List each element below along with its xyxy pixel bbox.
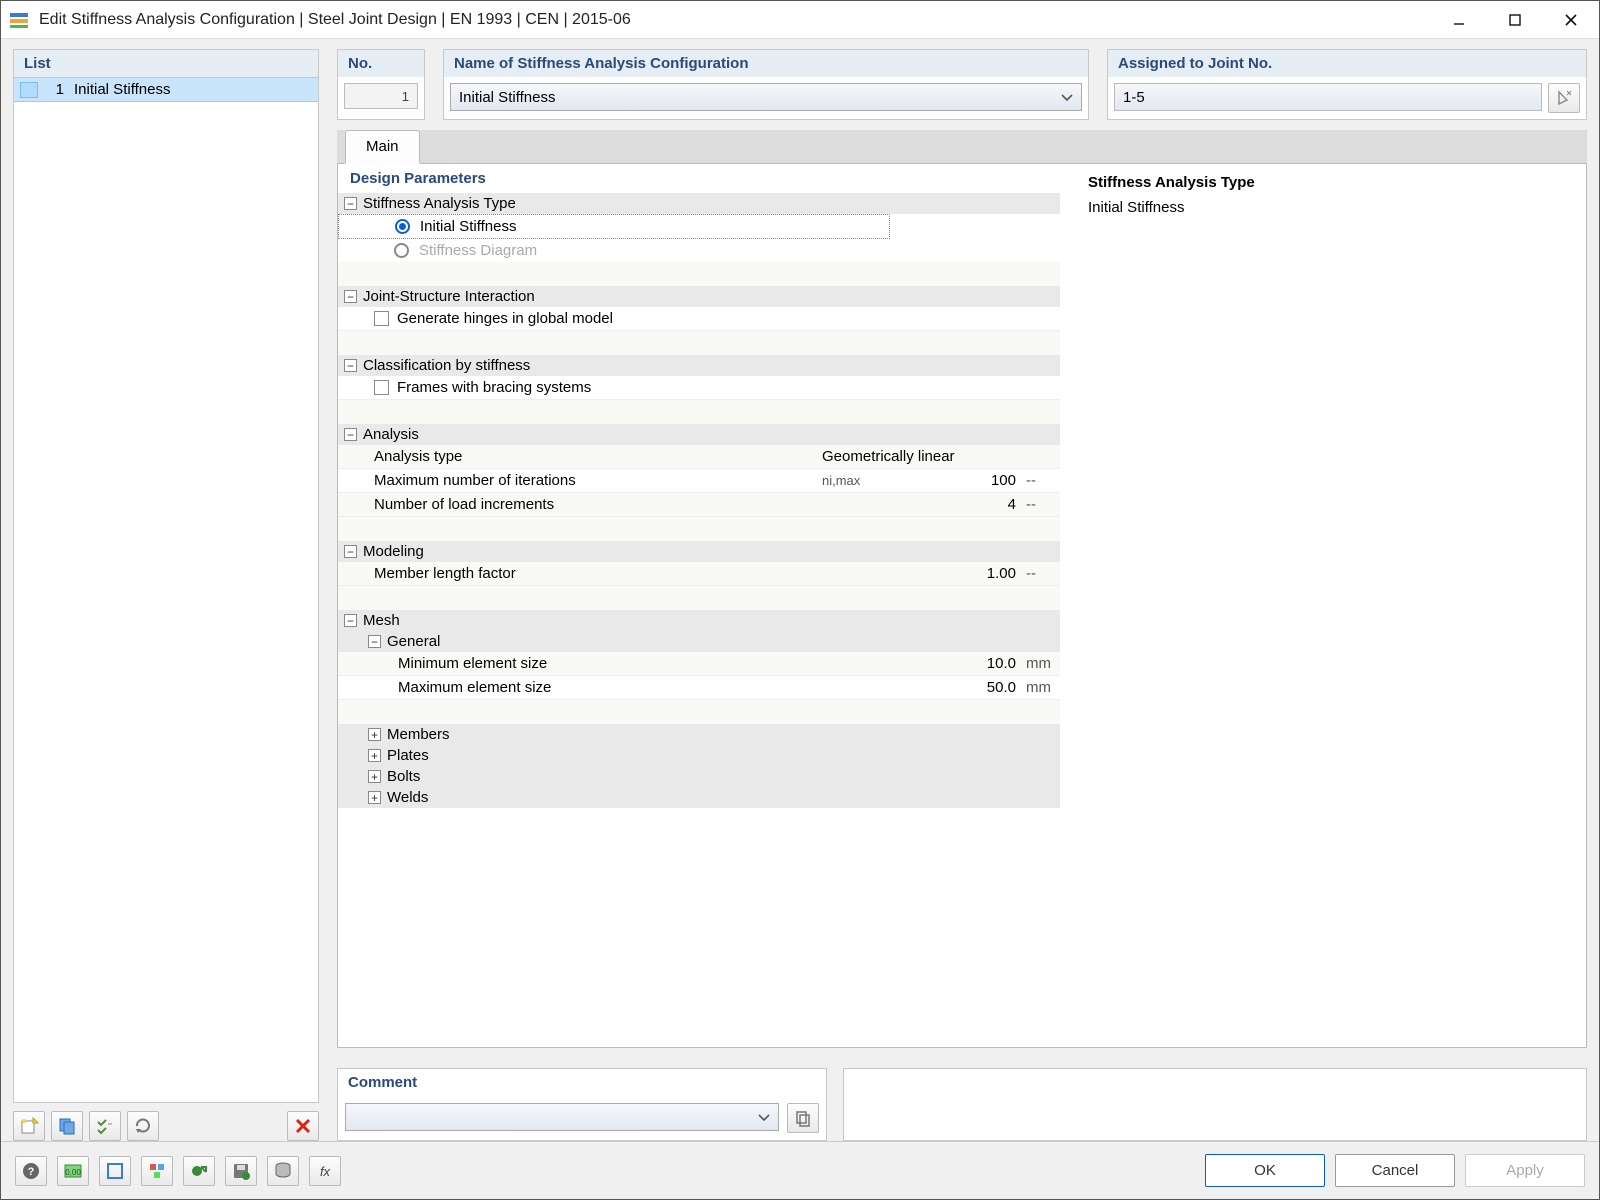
units-button[interactable]: 0,00 bbox=[57, 1156, 89, 1186]
window-title: Edit Stiffness Analysis Configuration | … bbox=[39, 11, 1431, 29]
collapse-icon[interactable]: − bbox=[368, 635, 381, 648]
no-label: No. bbox=[338, 50, 424, 77]
checkbox-frames-bracing[interactable] bbox=[374, 380, 389, 395]
assigned-value: 1-5 bbox=[1123, 89, 1145, 106]
comment-copy-button[interactable] bbox=[787, 1103, 819, 1133]
help-button[interactable]: ? bbox=[15, 1156, 47, 1186]
collapse-icon[interactable]: − bbox=[344, 614, 357, 627]
collapse-icon[interactable]: − bbox=[344, 290, 357, 303]
app-icon bbox=[9, 10, 29, 30]
collapse-icon[interactable]: − bbox=[344, 359, 357, 372]
list-header: List bbox=[14, 50, 318, 78]
expand-icon[interactable]: + bbox=[368, 791, 381, 804]
list-item-name: Initial Stiffness bbox=[74, 81, 170, 98]
name-label: Name of Stiffness Analysis Configuration bbox=[444, 50, 1088, 77]
close-button[interactable] bbox=[1543, 1, 1599, 39]
collapse-icon[interactable]: − bbox=[344, 545, 357, 558]
radio-icon bbox=[394, 243, 409, 258]
new-item-button[interactable] bbox=[13, 1111, 45, 1141]
radio-icon bbox=[395, 219, 410, 234]
select-joints-button[interactable] bbox=[1548, 83, 1580, 113]
config-list: List 1 Initial Stiffness bbox=[13, 49, 319, 1103]
info-title: Stiffness Analysis Type bbox=[1088, 174, 1574, 191]
section-mesh-general[interactable]: − General bbox=[338, 631, 1060, 652]
cancel-button[interactable]: Cancel bbox=[1335, 1154, 1455, 1187]
name-combo[interactable]: Initial Stiffness bbox=[450, 83, 1082, 111]
section-modeling[interactable]: − Modeling bbox=[338, 541, 1060, 562]
prop-analysis-type[interactable]: Analysis type Geometrically linear bbox=[338, 445, 1060, 469]
svg-text:fx: fx bbox=[320, 1164, 331, 1179]
chevron-down-icon bbox=[1059, 90, 1075, 106]
apply-button: Apply bbox=[1465, 1154, 1585, 1187]
expand-icon[interactable]: + bbox=[368, 728, 381, 741]
section-mesh-bolts[interactable]: + Bolts bbox=[338, 766, 1060, 787]
expand-icon[interactable]: + bbox=[368, 749, 381, 762]
collapse-icon[interactable]: − bbox=[344, 428, 357, 441]
checkbox-generate-hinges[interactable] bbox=[374, 311, 389, 326]
svg-text:?: ? bbox=[28, 1166, 35, 1178]
radio-initial-stiffness[interactable]: Initial Stiffness bbox=[338, 214, 890, 239]
name-value: Initial Stiffness bbox=[459, 89, 555, 106]
minimize-button[interactable] bbox=[1431, 1, 1487, 39]
export-button[interactable] bbox=[183, 1156, 215, 1186]
section-mesh-welds[interactable]: + Welds bbox=[338, 787, 1060, 808]
duplicate-item-button[interactable] bbox=[51, 1111, 83, 1141]
prop-load-increments[interactable]: Number of load increments 4 -- bbox=[338, 493, 1060, 517]
delete-item-button[interactable] bbox=[287, 1111, 319, 1141]
no-input[interactable] bbox=[344, 83, 418, 109]
prop-min-element-size[interactable]: Minimum element size 10.0 mm bbox=[338, 652, 1060, 676]
radio-stiffness-diagram: Stiffness Diagram bbox=[338, 239, 1060, 262]
design-parameters-title: Design Parameters bbox=[338, 164, 1060, 193]
collapse-icon[interactable]: − bbox=[344, 197, 357, 210]
section-classification[interactable]: − Classification by stiffness bbox=[338, 355, 1060, 376]
section-mesh-plates[interactable]: + Plates bbox=[338, 745, 1060, 766]
ok-button[interactable]: OK bbox=[1205, 1154, 1325, 1187]
section-mesh[interactable]: − Mesh bbox=[338, 610, 1060, 631]
prop-member-length-factor[interactable]: Member length factor 1.00 -- bbox=[338, 562, 1060, 586]
list-item-no: 1 bbox=[48, 81, 64, 98]
chevron-down-icon bbox=[756, 1110, 772, 1126]
comment-combo[interactable] bbox=[345, 1103, 779, 1131]
tab-main[interactable]: Main bbox=[345, 130, 420, 164]
section-mesh-members[interactable]: + Members bbox=[338, 724, 1060, 745]
expand-icon[interactable]: + bbox=[368, 770, 381, 783]
color-swatch-icon bbox=[20, 82, 38, 98]
section-stiffness-type[interactable]: − Stiffness Analysis Type bbox=[338, 193, 1060, 214]
title-bar: Edit Stiffness Analysis Configuration | … bbox=[1, 1, 1599, 39]
formula-button[interactable]: fx bbox=[309, 1156, 341, 1186]
box-view-button[interactable] bbox=[99, 1156, 131, 1186]
section-joint-structure[interactable]: − Joint-Structure Interaction bbox=[338, 286, 1060, 307]
prop-max-iterations[interactable]: Maximum number of iterations ni,max 100 … bbox=[338, 469, 1060, 493]
svg-text:0,00: 0,00 bbox=[65, 1168, 81, 1177]
list-item[interactable]: 1 Initial Stiffness bbox=[14, 78, 318, 102]
refresh-button[interactable] bbox=[127, 1111, 159, 1141]
assigned-label: Assigned to Joint No. bbox=[1108, 50, 1586, 77]
assigned-input[interactable]: 1-5 bbox=[1114, 83, 1542, 111]
info-text: Initial Stiffness bbox=[1088, 199, 1574, 216]
section-analysis[interactable]: − Analysis bbox=[338, 424, 1060, 445]
comment-label: Comment bbox=[338, 1069, 826, 1096]
check-options-button[interactable] bbox=[89, 1111, 121, 1141]
save-config-button[interactable] bbox=[225, 1156, 257, 1186]
database-button[interactable] bbox=[267, 1156, 299, 1186]
preview-box bbox=[843, 1068, 1587, 1141]
hierarchy-button[interactable] bbox=[141, 1156, 173, 1186]
prop-max-element-size[interactable]: Maximum element size 50.0 mm bbox=[338, 676, 1060, 700]
maximize-button[interactable] bbox=[1487, 1, 1543, 39]
